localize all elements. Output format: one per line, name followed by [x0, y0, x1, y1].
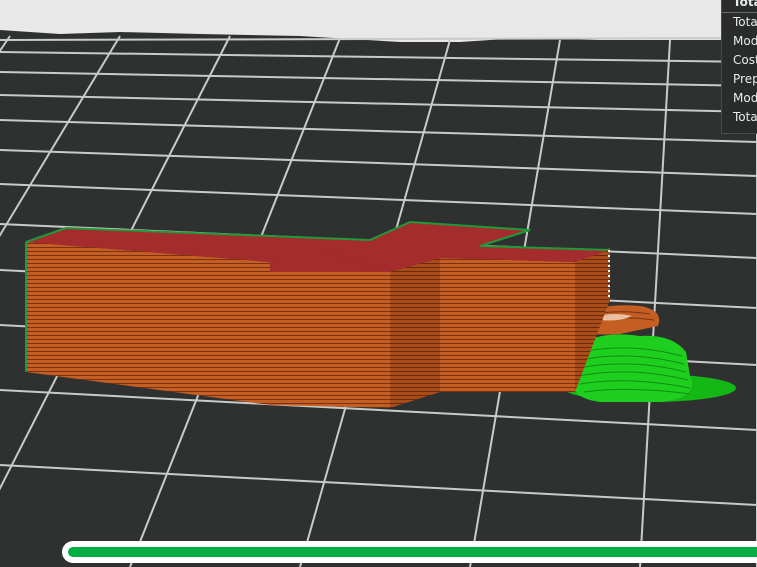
stats-row-total: Tota — [733, 110, 757, 124]
plate-scene[interactable] — [0, 0, 757, 567]
3d-viewport[interactable]: Tota Tota Mod Cost Prep Mod Tota — [0, 0, 757, 567]
background-horizon — [0, 0, 757, 42]
slice-stats-panel: Tota Tota Mod Cost Prep Mod Tota — [721, 0, 757, 134]
stats-row-model-time: Mod — [733, 34, 757, 48]
stats-panel-header[interactable]: Tota — [722, 0, 757, 13]
stats-row-cost: Cost — [733, 53, 757, 67]
model-part — [25, 220, 611, 408]
layer-slider-fill[interactable] — [68, 547, 757, 557]
layer-slider-track[interactable] — [62, 541, 757, 563]
stats-row-prepare-time: Prep — [733, 72, 757, 86]
stats-row-model-printing: Mod — [733, 91, 757, 105]
stats-row-total-time: Tota — [733, 15, 757, 29]
